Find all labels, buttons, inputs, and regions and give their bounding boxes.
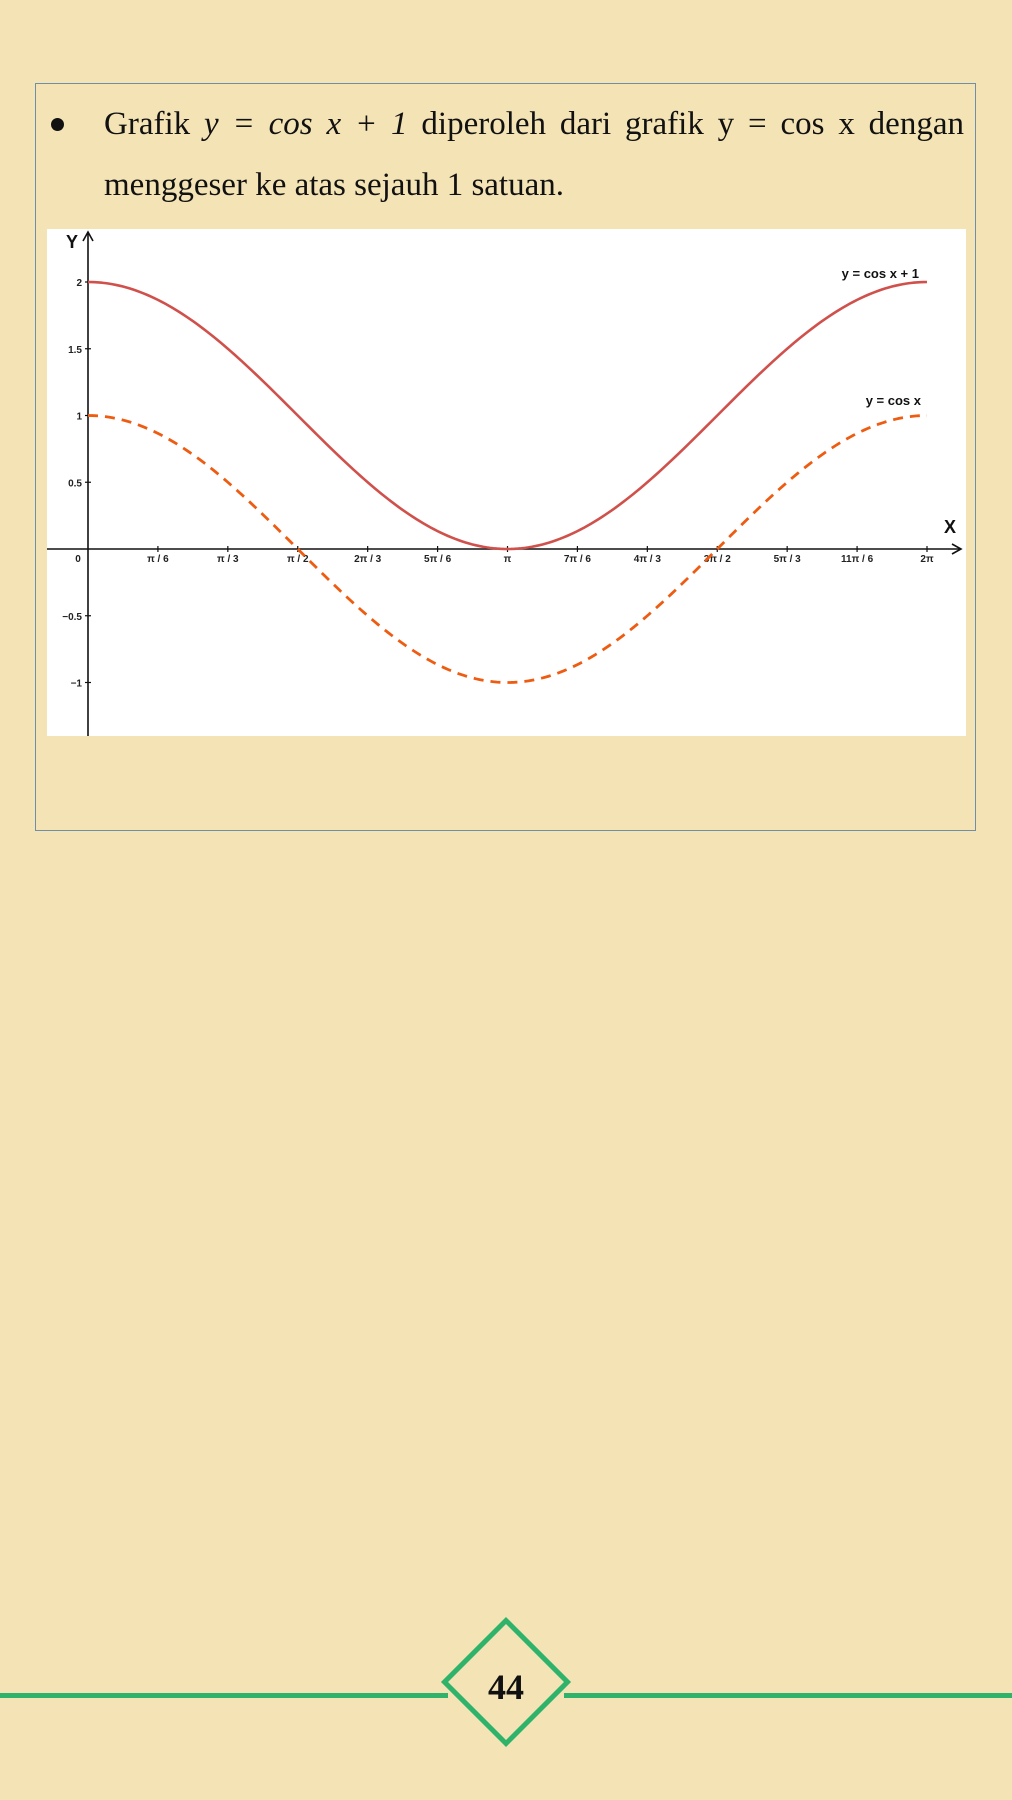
paragraph-line-1: Grafik y = cos x + 1 diperoleh dari graf… xyxy=(104,94,964,155)
bullet-icon xyxy=(51,118,64,131)
cosine-chart: 0 π / 6 π / 3 π / 2 2π / 3 5π / 6 π 7π / 6 4π / … xyxy=(47,230,963,736)
y-tick-label: −0.5 xyxy=(62,612,82,623)
line1-prefix: Grafik xyxy=(104,106,204,142)
x-tick-label: 4π / 3 xyxy=(634,554,662,565)
x-tick-label: π xyxy=(504,554,512,565)
y-tick-label: 1 xyxy=(76,412,82,423)
footer-line-left xyxy=(0,1693,448,1698)
series-label-cos: y = cos x xyxy=(866,393,922,408)
bullet-paragraph: Grafik y = cos x + 1 diperoleh dari graf… xyxy=(104,94,964,216)
x-tick-label: 11π / 6 xyxy=(841,554,874,565)
x-axis-title: X xyxy=(944,517,956,537)
line1-suffix: diperoleh dari grafik y = cos x dengan xyxy=(407,106,964,142)
footer-line-right xyxy=(564,1693,1012,1698)
series-line-cos-plus-one xyxy=(87,280,928,551)
math-expression: y = cos x + 1 xyxy=(203,106,408,142)
x-tick-label: 7π / 6 xyxy=(564,554,592,565)
y-tick-label: 2 xyxy=(76,278,82,289)
x-tick-label: π / 6 xyxy=(147,554,169,565)
y-tick-label: 0.5 xyxy=(68,478,82,489)
x-tick-label: 0 xyxy=(75,554,81,565)
x-tick-label: 5π / 3 xyxy=(774,554,802,565)
content-card: Grafik y = cos x + 1 diperoleh dari graf… xyxy=(35,83,976,831)
chart-container: 0 π / 6 π / 3 π / 2 2π / 3 5π / 6 π 7π / 6 4π / … xyxy=(47,229,966,736)
x-tick-label: 2π / 3 xyxy=(354,554,382,565)
page-number: 44 xyxy=(488,1667,524,1707)
series-label-cos-plus-one: y = cos x + 1 xyxy=(842,266,919,281)
y-tick-label: −1 xyxy=(71,679,83,690)
y-axis-title: Y xyxy=(66,232,78,252)
x-tick-label: π / 2 xyxy=(287,554,309,565)
x-tick-label: 5π / 6 xyxy=(424,554,452,565)
y-tick-label: 1.5 xyxy=(68,345,82,356)
paragraph-line-2: menggeser ke atas sejauh 1 satuan. xyxy=(104,167,565,203)
x-tick-label: π / 3 xyxy=(217,554,239,565)
x-tick-label: 2π xyxy=(920,554,934,565)
